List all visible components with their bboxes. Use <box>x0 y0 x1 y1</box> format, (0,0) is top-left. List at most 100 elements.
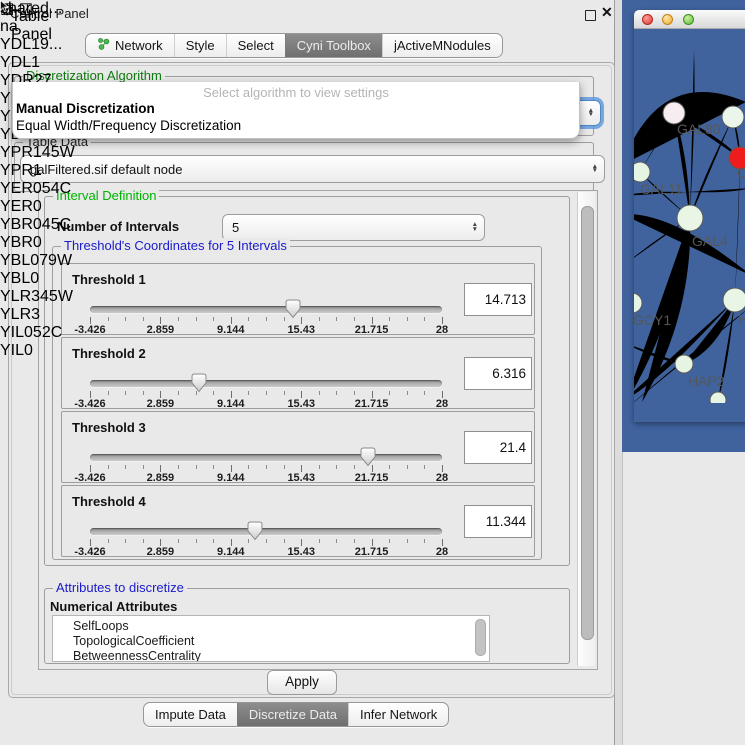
network-node-gal4[interactable] <box>677 205 703 231</box>
cell-shared-name[interactable]: YPR145W <box>0 144 75 162</box>
threshold-slider[interactable]: -3.4262.8599.14415.4321.71528 <box>90 378 442 408</box>
slider-tick <box>284 317 285 321</box>
slider-tick <box>424 391 425 395</box>
threshold-slider[interactable]: -3.4262.8599.14415.4321.71528 <box>90 452 442 482</box>
table-row[interactable]: YDL19...YDL1 <box>0 36 75 72</box>
network-node-h[interactable] <box>723 288 745 312</box>
network-window-titlebar[interactable] <box>634 10 745 29</box>
node-label: GAL11 <box>640 181 683 197</box>
slider-tick <box>125 539 126 543</box>
network-node-hap2[interactable] <box>675 355 693 373</box>
slider-ticks <box>90 315 442 324</box>
slider-tick <box>143 539 144 543</box>
cell-name[interactable]: YLR3 <box>0 306 75 324</box>
numerical-attributes-list[interactable]: SelfLoopsTopologicalCoefficientBetweenne… <box>52 615 490 662</box>
tab-cyni-toolbox[interactable]: Cyni Toolbox <box>285 34 382 57</box>
slider-track[interactable] <box>90 454 442 461</box>
minimize-traffic-light[interactable] <box>662 14 673 25</box>
attributes-scrollbar-thumb[interactable] <box>475 619 486 656</box>
slider-tick-label: 9.144 <box>217 546 245 558</box>
zoom-traffic-light[interactable] <box>683 14 694 25</box>
slider-tick <box>284 539 285 543</box>
attribute-item[interactable]: SelfLoops <box>53 619 489 634</box>
slider-tick-labels: -3.4262.8599.14415.4321.71528 <box>90 324 442 336</box>
table-data-combobox[interactable]: galFiltered.sif default node ▲▼ <box>20 155 605 183</box>
tab-discretize-data[interactable]: Discretize Data <box>237 703 348 726</box>
number-of-intervals-combobox[interactable]: 5 ▲▼ <box>222 214 485 241</box>
float-window-icon[interactable] <box>585 10 596 21</box>
network-node-gcy1[interactable] <box>634 293 642 313</box>
tab-network[interactable]: Network <box>86 34 174 57</box>
network-node-ga[interactable] <box>722 106 744 128</box>
threshold-value-field[interactable]: 11.344 <box>464 505 532 538</box>
threshold-slider[interactable]: -3.4262.8599.14415.4321.71528 <box>90 304 442 334</box>
tab-jactivemnodules[interactable]: jActiveMNodules <box>382 34 502 57</box>
table-row[interactable]: YLR345WYLR3 <box>0 288 75 324</box>
slider-tick-label: -3.426 <box>74 324 105 336</box>
control-panel: Control Panel ✕ Network Style Select Cyn… <box>0 0 615 745</box>
apply-button[interactable]: Apply <box>267 670 337 695</box>
threshold-slider[interactable]: -3.4262.8599.14415.4321.71528 <box>90 526 442 556</box>
slider-track[interactable] <box>90 528 442 535</box>
slider-tick-label: -3.426 <box>74 398 105 410</box>
table-row[interactable]: YBL079WYBL0 <box>0 252 75 288</box>
table-row[interactable]: YER054CYER0 <box>0 180 75 216</box>
table-row[interactable]: YIL052CYIL0 <box>0 324 75 360</box>
slider-tick <box>248 465 249 469</box>
vertical-scrollbar-thumb[interactable] <box>581 206 594 640</box>
cell-name[interactable]: YER0 <box>0 198 75 216</box>
cell-shared-name[interactable]: YDL19... <box>0 36 75 54</box>
tab-select[interactable]: Select <box>226 34 285 57</box>
cell-shared-name[interactable]: YLR345W <box>0 288 75 306</box>
table-data-value: galFiltered.sif default node <box>30 162 592 177</box>
slider-tick <box>213 317 214 321</box>
cell-name[interactable]: YPR1 <box>0 162 75 180</box>
cell-shared-name[interactable]: YER054C <box>0 180 75 198</box>
slider-ticks <box>90 537 442 546</box>
cell-shared-name[interactable]: YBR045C <box>0 216 75 234</box>
threshold-value-field[interactable]: 6.316 <box>464 357 532 390</box>
cell-name[interactable]: YBL0 <box>0 270 75 288</box>
slider-tick <box>248 317 249 321</box>
tab-impute-data[interactable]: Impute Data <box>144 703 237 726</box>
table-row[interactable]: YBR045CYBR0 <box>0 216 75 252</box>
slider-tick-label: 2.859 <box>147 324 175 336</box>
cell-name[interactable]: YIL0 <box>0 342 75 360</box>
cell-name[interactable]: YBR0 <box>0 234 75 252</box>
cell-name[interactable]: YDL1 <box>0 54 75 72</box>
threshold-value-field[interactable]: 21.4 <box>464 431 532 464</box>
attributes-group-title: Attributes to discretize <box>53 580 187 595</box>
column-header-name[interactable]: na <box>0 18 75 36</box>
tab-jactivemnodules-label: jActiveMNodules <box>394 34 491 57</box>
slider-track[interactable] <box>90 306 442 313</box>
network-canvas[interactable]: GAL80GACGAL11GAL4GCY1HHAP2 <box>634 10 745 408</box>
close-icon[interactable]: ✕ <box>601 4 613 21</box>
slider-tick <box>372 317 373 324</box>
attribute-item[interactable]: TopologicalCoefficient <box>53 634 489 649</box>
attribute-item[interactable]: BetweennessCentrality <box>53 649 489 662</box>
slider-ticks <box>90 463 442 472</box>
vertical-scrollbar[interactable] <box>577 192 595 666</box>
cell-shared-name[interactable]: YBL079W <box>0 252 75 270</box>
tab-style[interactable]: Style <box>174 34 226 57</box>
slider-track[interactable] <box>90 380 442 387</box>
slider-tick <box>143 465 144 469</box>
table-row[interactable]: YPR145WYPR1 <box>0 144 75 180</box>
slider-tick-label: 21.715 <box>355 472 389 484</box>
close-traffic-light[interactable] <box>642 14 653 25</box>
tab-infer-network[interactable]: Infer Network <box>348 703 448 726</box>
network-node[interactable] <box>710 392 726 403</box>
stepper-arrows-icon: ▲▼ <box>472 223 478 232</box>
slider-tick <box>407 317 408 321</box>
threshold-value-field[interactable]: 14.713 <box>464 283 532 316</box>
algorithm-option-equal-width-frequency[interactable]: Equal Width/Frequency Discretization <box>16 118 241 133</box>
network-edge[interactable] <box>634 218 690 403</box>
threshold-row: Threshold 2 -3.4262.8599.14415.4321.7152… <box>61 337 535 409</box>
cell-shared-name[interactable]: YIL052C <box>0 324 75 342</box>
slider-tick <box>266 465 267 469</box>
slider-tick-label: -3.426 <box>74 546 105 558</box>
network-node-gal11[interactable] <box>634 162 650 182</box>
slider-tick <box>213 539 214 543</box>
column-header-shared-name[interactable]: shared... <box>0 0 75 18</box>
algorithm-option-manual-discretization[interactable]: Manual Discretization <box>16 101 155 116</box>
